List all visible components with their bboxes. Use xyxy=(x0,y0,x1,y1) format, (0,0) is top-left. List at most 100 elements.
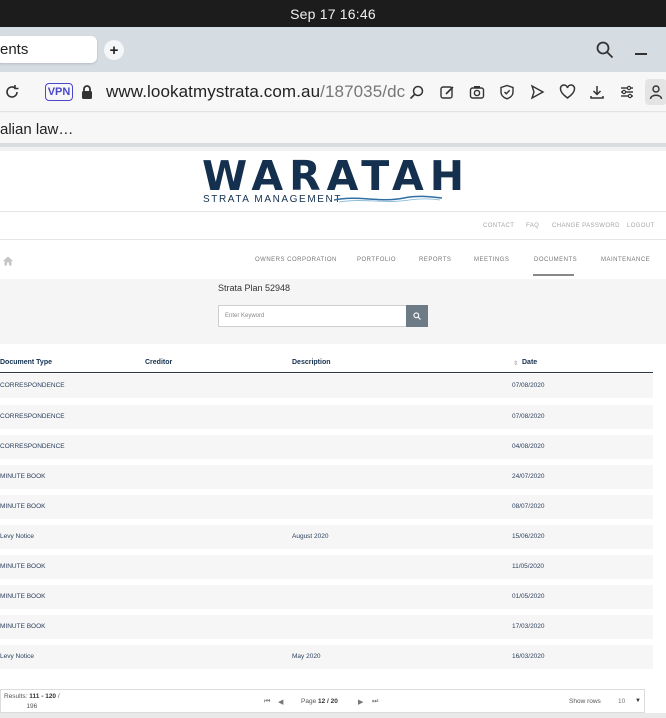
show-rows-select[interactable]: 10 ▼ xyxy=(615,694,643,709)
minimize-window-icon[interactable] xyxy=(635,53,647,55)
table-row[interactable]: MINUTE BOOK 01/05/2020 xyxy=(0,585,653,609)
table-row[interactable]: CORRESPONDENCE 07/08/2020 xyxy=(0,405,653,429)
search-tabs-icon[interactable] xyxy=(596,41,614,59)
nav-meetings[interactable]: MEETINGS xyxy=(474,257,509,263)
browser-tab-bar: ents xyxy=(0,27,666,72)
cell-document-type[interactable]: CORRESPONDENCE xyxy=(0,443,65,450)
find-in-page-icon[interactable] xyxy=(408,83,426,101)
tab-title: ents xyxy=(0,41,29,58)
home-icon[interactable] xyxy=(3,256,13,266)
address-bar: VPN www.lookatmystrata.com.au/187035/dc xyxy=(0,72,666,112)
bookmarks-bar: alian law… xyxy=(0,113,666,147)
table-row[interactable]: CORRESPONDENCE 07/08/2020 xyxy=(0,374,653,398)
logout-link[interactable]: LOGOUT xyxy=(627,223,655,229)
camera-icon[interactable] xyxy=(468,83,486,101)
cell-date: 01/05/2020 xyxy=(512,593,545,600)
table-row[interactable]: MINUTE BOOK 11/05/2020 xyxy=(0,555,653,579)
cell-document-type[interactable]: MINUTE BOOK xyxy=(0,623,46,630)
column-header-description[interactable]: Description xyxy=(292,359,331,366)
url-field[interactable]: www.lookatmystrata.com.au/187035/dc xyxy=(106,82,405,102)
system-top-bar: Sep 17 16:46 xyxy=(0,0,666,27)
system-clock[interactable]: Sep 17 16:46 xyxy=(290,6,376,22)
faq-link[interactable]: FAQ xyxy=(526,223,539,229)
divider xyxy=(0,239,666,240)
sort-icon[interactable]: ⇕ xyxy=(513,360,518,367)
table-row[interactable]: MINUTE BOOK 08/07/2020 xyxy=(0,495,653,519)
lock-icon[interactable] xyxy=(78,83,96,101)
column-header-date[interactable]: Date xyxy=(522,359,537,366)
page-indicator: Page 12 / 20 xyxy=(301,698,338,705)
show-rows-label: Show rows xyxy=(569,698,601,705)
edit-icon[interactable] xyxy=(438,83,456,101)
cell-date: 24/07/2020 xyxy=(512,473,545,480)
search-placeholder: Enter Keyword xyxy=(225,313,265,319)
cell-date: 07/08/2020 xyxy=(512,413,545,420)
column-header-creditor[interactable]: Creditor xyxy=(145,359,172,366)
last-page-icon[interactable]: ⏭ xyxy=(372,698,378,706)
table-row[interactable]: Levy Notice August 2020 15/06/2020 xyxy=(0,525,653,549)
cell-document-type[interactable]: CORRESPONDENCE xyxy=(0,413,65,420)
keyword-search-input[interactable]: Enter Keyword xyxy=(218,305,407,327)
cell-document-type[interactable]: MINUTE BOOK xyxy=(0,563,46,570)
cell-date: 11/05/2020 xyxy=(512,563,545,570)
results-separator: / xyxy=(56,693,60,700)
results-range: 111 - 120 xyxy=(29,693,57,700)
table-row[interactable]: Levy Notice May 2020 16/03/2020 xyxy=(0,645,653,669)
heart-icon[interactable] xyxy=(558,83,576,101)
cell-document-type[interactable]: CORRESPONDENCE xyxy=(0,382,65,389)
shield-icon[interactable] xyxy=(498,83,516,101)
table-row[interactable]: CORRESPONDENCE 04/08/2020 xyxy=(0,435,653,459)
results-count: Results: 111 - 120 / 196 xyxy=(4,692,60,712)
send-icon[interactable] xyxy=(528,83,546,101)
cell-date: 15/06/2020 xyxy=(512,533,545,540)
previous-page-icon[interactable]: ◀ xyxy=(278,698,283,706)
vpn-badge[interactable]: VPN xyxy=(45,83,73,101)
cell-document-type[interactable]: MINUTE BOOK xyxy=(0,593,46,600)
logo-wave-icon xyxy=(334,195,442,203)
nav-portfolio[interactable]: PORTFOLIO xyxy=(357,257,396,263)
web-page: WARATAH STRATA MANAGEMENT CONTACT FAQ CH… xyxy=(0,151,666,718)
table-header: Document Type Creditor Description ⇕ Dat… xyxy=(0,345,653,373)
settings-sliders-icon[interactable] xyxy=(618,83,636,101)
cell-document-type[interactable]: Levy Notice xyxy=(0,533,34,540)
table-row[interactable]: MINUTE BOOK 17/03/2020 xyxy=(0,615,653,639)
cell-description: May 2020 xyxy=(292,653,321,660)
page-bottom-edge xyxy=(0,713,666,718)
url-host: www.lookatmystrata.com.au xyxy=(106,82,321,101)
nav-reports[interactable]: REPORTS xyxy=(419,257,451,263)
cell-document-type[interactable]: MINUTE BOOK xyxy=(0,473,46,480)
nav-documents[interactable]: DOCUMENTS xyxy=(534,257,577,263)
change-password-link[interactable]: CHANGE PASSWORD xyxy=(552,223,620,229)
new-tab-button[interactable]: + xyxy=(104,40,124,60)
cell-date: 08/07/2020 xyxy=(512,503,545,510)
cell-date: 04/08/2020 xyxy=(512,443,545,450)
page-prefix: Page xyxy=(301,698,318,705)
active-nav-indicator xyxy=(533,274,574,276)
nav-maintenance[interactable]: MAINTENANCE xyxy=(601,257,650,263)
dropdown-caret-icon: ▼ xyxy=(635,698,641,704)
bookmark-item[interactable]: alian law… xyxy=(0,121,73,138)
logo-subtitle: STRATA MANAGEMENT xyxy=(203,194,343,205)
show-rows-value: 10 xyxy=(618,698,626,705)
results-total: 196 xyxy=(26,703,38,710)
cell-document-type[interactable]: Levy Notice xyxy=(0,653,34,660)
plan-title: Strata Plan 52948 xyxy=(218,283,291,293)
nav-owners-corporation[interactable]: OWNERS CORPORATION xyxy=(255,257,337,263)
cell-date: 16/03/2020 xyxy=(512,653,545,660)
contact-link[interactable]: CONTACT xyxy=(483,223,514,229)
cell-date: 17/03/2020 xyxy=(512,623,545,630)
reload-icon[interactable] xyxy=(3,83,21,101)
download-icon[interactable] xyxy=(588,83,606,101)
table-row[interactable]: MINUTE BOOK 24/07/2020 xyxy=(0,465,653,489)
page-current: 12 / 20 xyxy=(318,698,338,705)
first-page-icon[interactable]: ⏮ xyxy=(264,698,270,706)
site-logo[interactable]: WARATAH STRATA MANAGEMENT xyxy=(202,152,464,210)
results-prefix: Results: xyxy=(4,693,30,700)
next-page-icon[interactable]: ▶ xyxy=(358,698,363,706)
pagination-bar: Results: 111 - 120 / 196 ⏮ ◀ Page 12 / 2… xyxy=(0,689,645,713)
browser-tab[interactable]: ents xyxy=(0,36,97,63)
cell-document-type[interactable]: MINUTE BOOK xyxy=(0,503,46,510)
profile-icon[interactable] xyxy=(645,79,666,105)
search-button[interactable] xyxy=(406,305,428,327)
column-header-document-type[interactable]: Document Type xyxy=(0,359,52,366)
